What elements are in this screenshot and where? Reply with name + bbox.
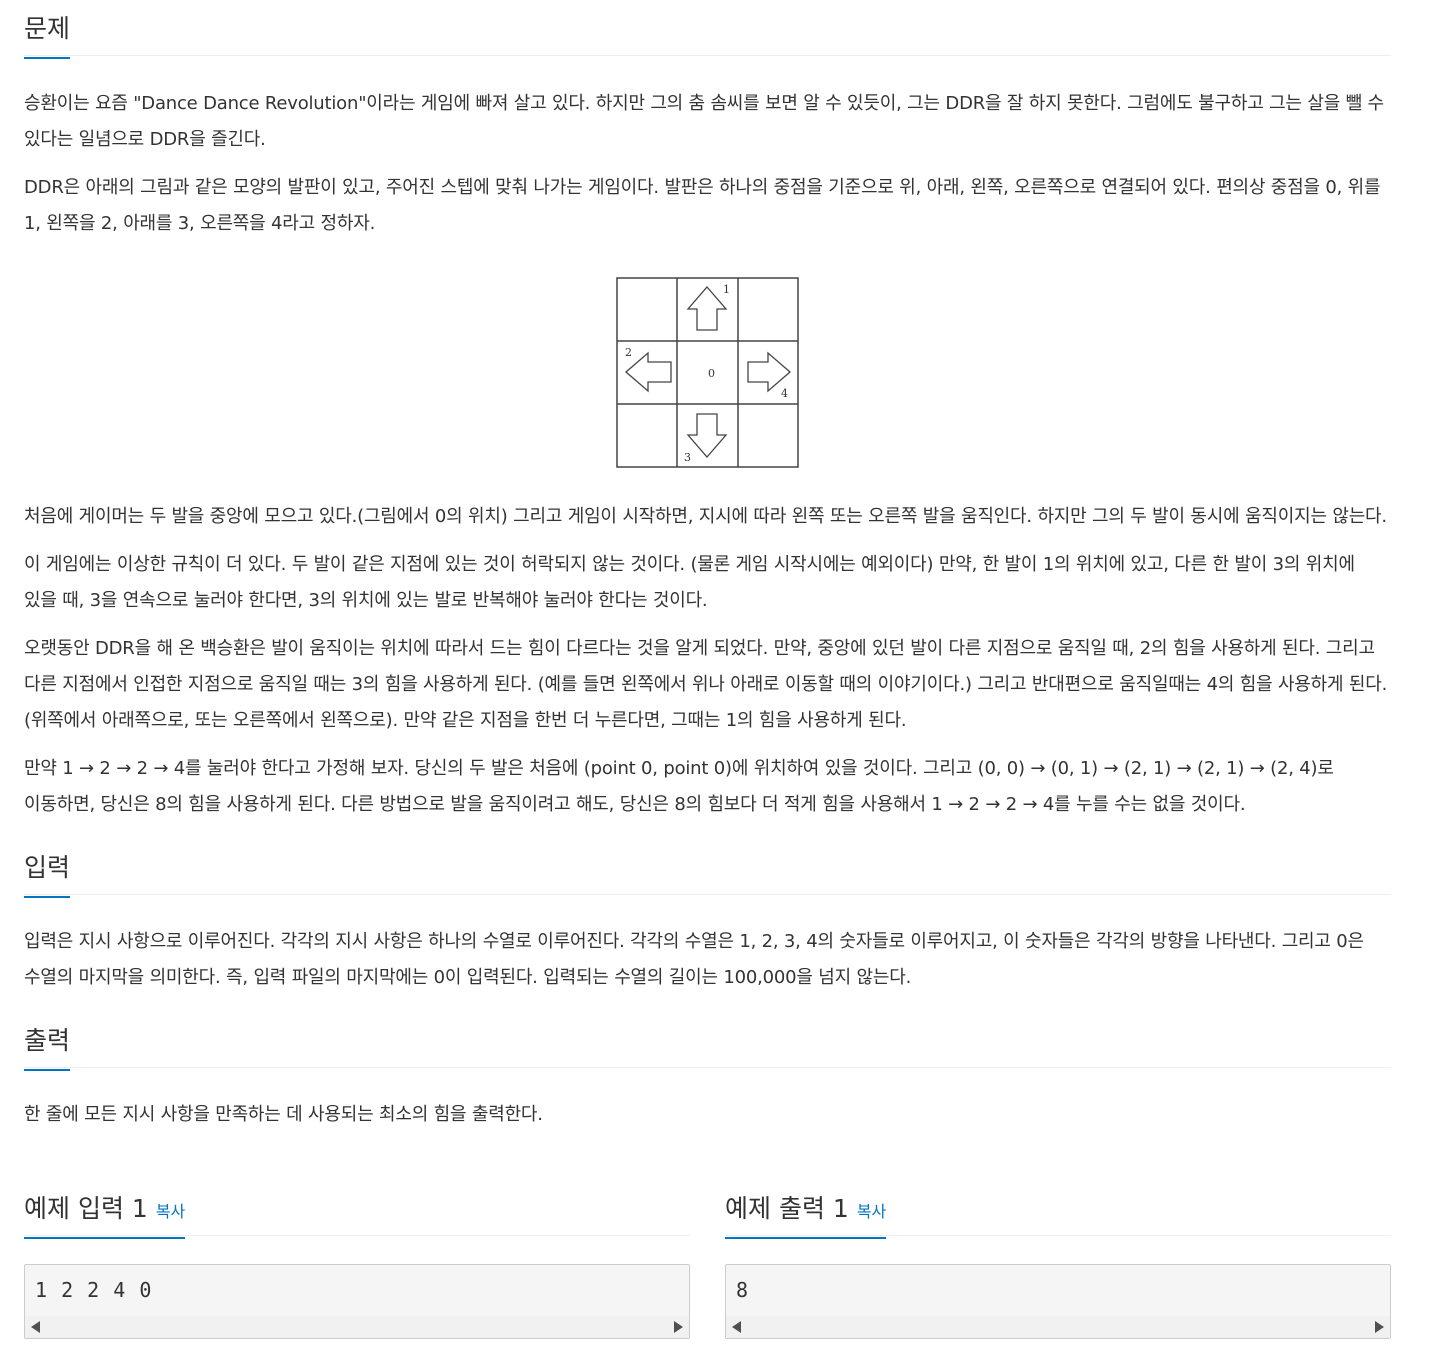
sample-input-scrollbar[interactable] xyxy=(25,1316,689,1338)
sample-output-title: 예제 출력 1 xyxy=(725,1194,849,1223)
sample-output-scrollbar[interactable] xyxy=(726,1316,1390,1338)
input-section: 입력 입력은 지시 사항으로 이루어진다. 각각의 지시 사항은 하나의 수열로… xyxy=(24,839,1391,996)
sample-input-title: 예제 입력 1 xyxy=(24,1194,148,1223)
sample-input-heading: 예제 입력 1 복사 xyxy=(24,1189,186,1239)
problem-paragraph-3: 처음에 게이머는 두 발을 중앙에 모으고 있다.(그림에서 0의 위치) 그리… xyxy=(24,506,1387,527)
sample-output-heading-wrap: 예제 출력 1 복사 xyxy=(725,1180,1391,1239)
scroll-left-icon[interactable] xyxy=(31,1321,40,1333)
problem-paragraph-6: 만약 1 → 2 → 2 → 4를 눌러야 한다고 가정해 보자. 당신의 두 … xyxy=(24,758,1334,815)
sample-output-content: 8 xyxy=(736,1278,750,1302)
ddr-figure: 1 2 0 4 3 xyxy=(24,242,1391,474)
problem-section: 문제 승환이는 요즘 "Dance Dance Revolution"이라는 게… xyxy=(24,0,1391,823)
problem-body: 문제 승환이는 요즘 "Dance Dance Revolution"이라는 게… xyxy=(24,0,1391,1133)
output-paragraph: 한 줄에 모든 지시 사항을 만족하는 데 사용되는 최소의 힘을 출력한다. xyxy=(24,1104,543,1125)
label-up: 1 xyxy=(723,283,730,296)
input-heading-wrap: 입력 xyxy=(24,839,1391,898)
copy-output-button[interactable]: 복사 xyxy=(857,1202,886,1221)
label-down: 3 xyxy=(684,451,691,464)
label-right: 4 xyxy=(781,387,788,400)
sample-input-box[interactable]: 1 2 2 4 0 xyxy=(24,1264,690,1339)
label-center: 0 xyxy=(708,367,715,380)
input-paragraph: 입력은 지시 사항으로 이루어진다. 각각의 지시 사항은 하나의 수열로 이루… xyxy=(24,931,1364,988)
sample-output-heading: 예제 출력 1 복사 xyxy=(725,1189,887,1239)
problem-heading-wrap: 문제 xyxy=(24,0,1391,59)
problem-paragraph-2: DDR은 아래의 그림과 같은 모양의 발판이 있고, 주어진 스텝에 맞춰 나… xyxy=(24,177,1381,234)
ddr-pad-diagram: 1 2 0 4 3 xyxy=(616,277,799,468)
input-heading: 입력 xyxy=(24,848,71,898)
output-heading: 출력 xyxy=(24,1021,71,1071)
sample-input-section: 예제 입력 1 복사 1 2 2 4 0 xyxy=(24,1180,690,1340)
sample-output-box[interactable]: 8 xyxy=(725,1264,1391,1339)
sample-output-section: 예제 출력 1 복사 8 xyxy=(725,1180,1391,1340)
problem-paragraph-1: 승환이는 요즘 "Dance Dance Revolution"이라는 게임에 … xyxy=(24,93,1384,150)
copy-input-button[interactable]: 복사 xyxy=(156,1202,185,1221)
label-left: 2 xyxy=(625,346,632,359)
output-heading-wrap: 출력 xyxy=(24,1012,1391,1071)
problem-paragraph-5: 오랫동안 DDR을 해 온 백승환은 발이 움직이는 위치에 따라서 드는 힘이… xyxy=(24,638,1388,731)
problem-paragraph-4: 이 게임에는 이상한 규칙이 더 있다. 두 발이 같은 지점에 있는 것이 허… xyxy=(24,554,1355,611)
scroll-right-icon[interactable] xyxy=(1375,1321,1384,1333)
problem-heading: 문제 xyxy=(24,9,71,59)
scroll-right-icon[interactable] xyxy=(674,1321,683,1333)
samples: 예제 입력 1 복사 1 2 2 4 0 예제 출력 1 복사 8 xyxy=(24,1180,1391,1340)
output-section: 출력 한 줄에 모든 지시 사항을 만족하는 데 사용되는 최소의 힘을 출력한… xyxy=(24,1012,1391,1133)
scroll-left-icon[interactable] xyxy=(732,1321,741,1333)
sample-input-content: 1 2 2 4 0 xyxy=(35,1278,153,1302)
sample-input-heading-wrap: 예제 입력 1 복사 xyxy=(24,1180,690,1239)
